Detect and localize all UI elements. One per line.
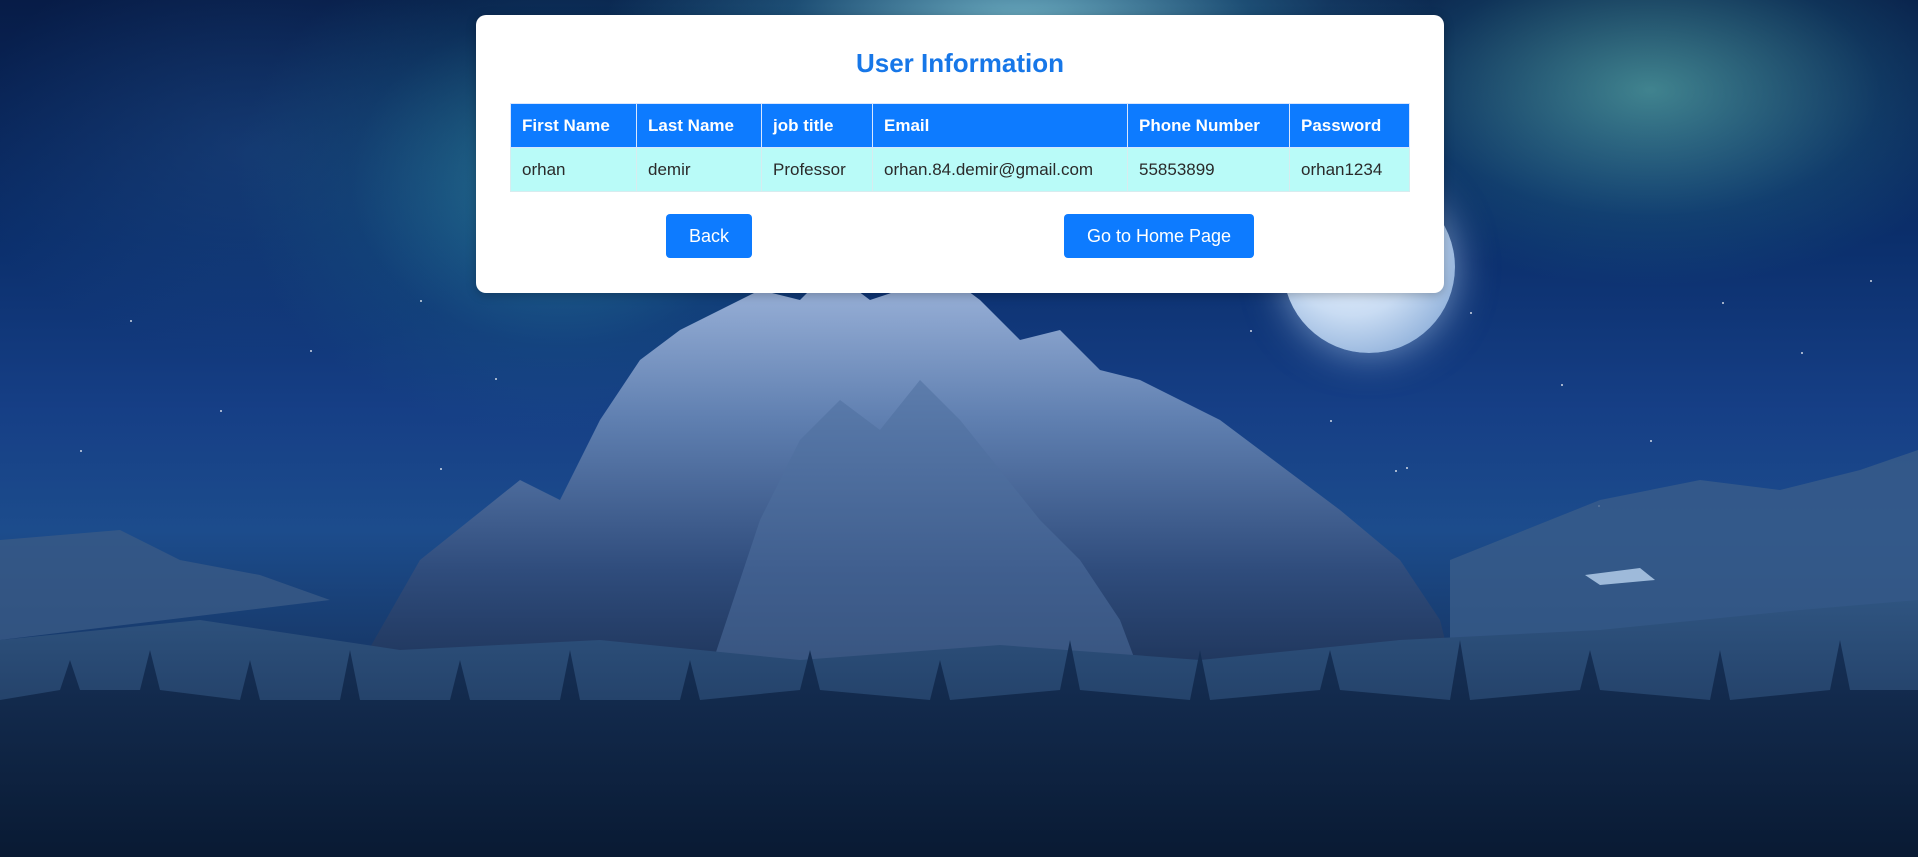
column-header-first-name: First Name: [510, 103, 637, 148]
cell-email: orhan.84.demir@gmail.com: [872, 147, 1128, 192]
page-title: User Information: [855, 48, 1065, 78]
column-header-email: Email: [872, 103, 1128, 148]
user-info-card: User Information First Name Last Name jo…: [476, 15, 1444, 293]
cell-phone-number: 55853899: [1127, 147, 1290, 192]
go-to-home-page-button[interactable]: Go to Home Page: [1064, 214, 1254, 258]
table-header-row: First Name Last Name job title Email Pho…: [510, 103, 1410, 148]
cell-last-name: demir: [636, 147, 762, 192]
column-header-phone-number: Phone Number: [1127, 103, 1290, 148]
cell-password: orhan1234: [1289, 147, 1410, 192]
column-header-password: Password: [1289, 103, 1410, 148]
column-header-job-title: job title: [761, 103, 873, 148]
back-button[interactable]: Back: [666, 214, 752, 258]
cell-first-name: orhan: [510, 147, 637, 192]
column-header-last-name: Last Name: [636, 103, 762, 148]
cell-job-title: Professor: [761, 147, 873, 192]
user-table: First Name Last Name job title Email Pho…: [510, 103, 1410, 192]
table-row: orhan demir Professor orhan.84.demir@gma…: [510, 147, 1410, 192]
